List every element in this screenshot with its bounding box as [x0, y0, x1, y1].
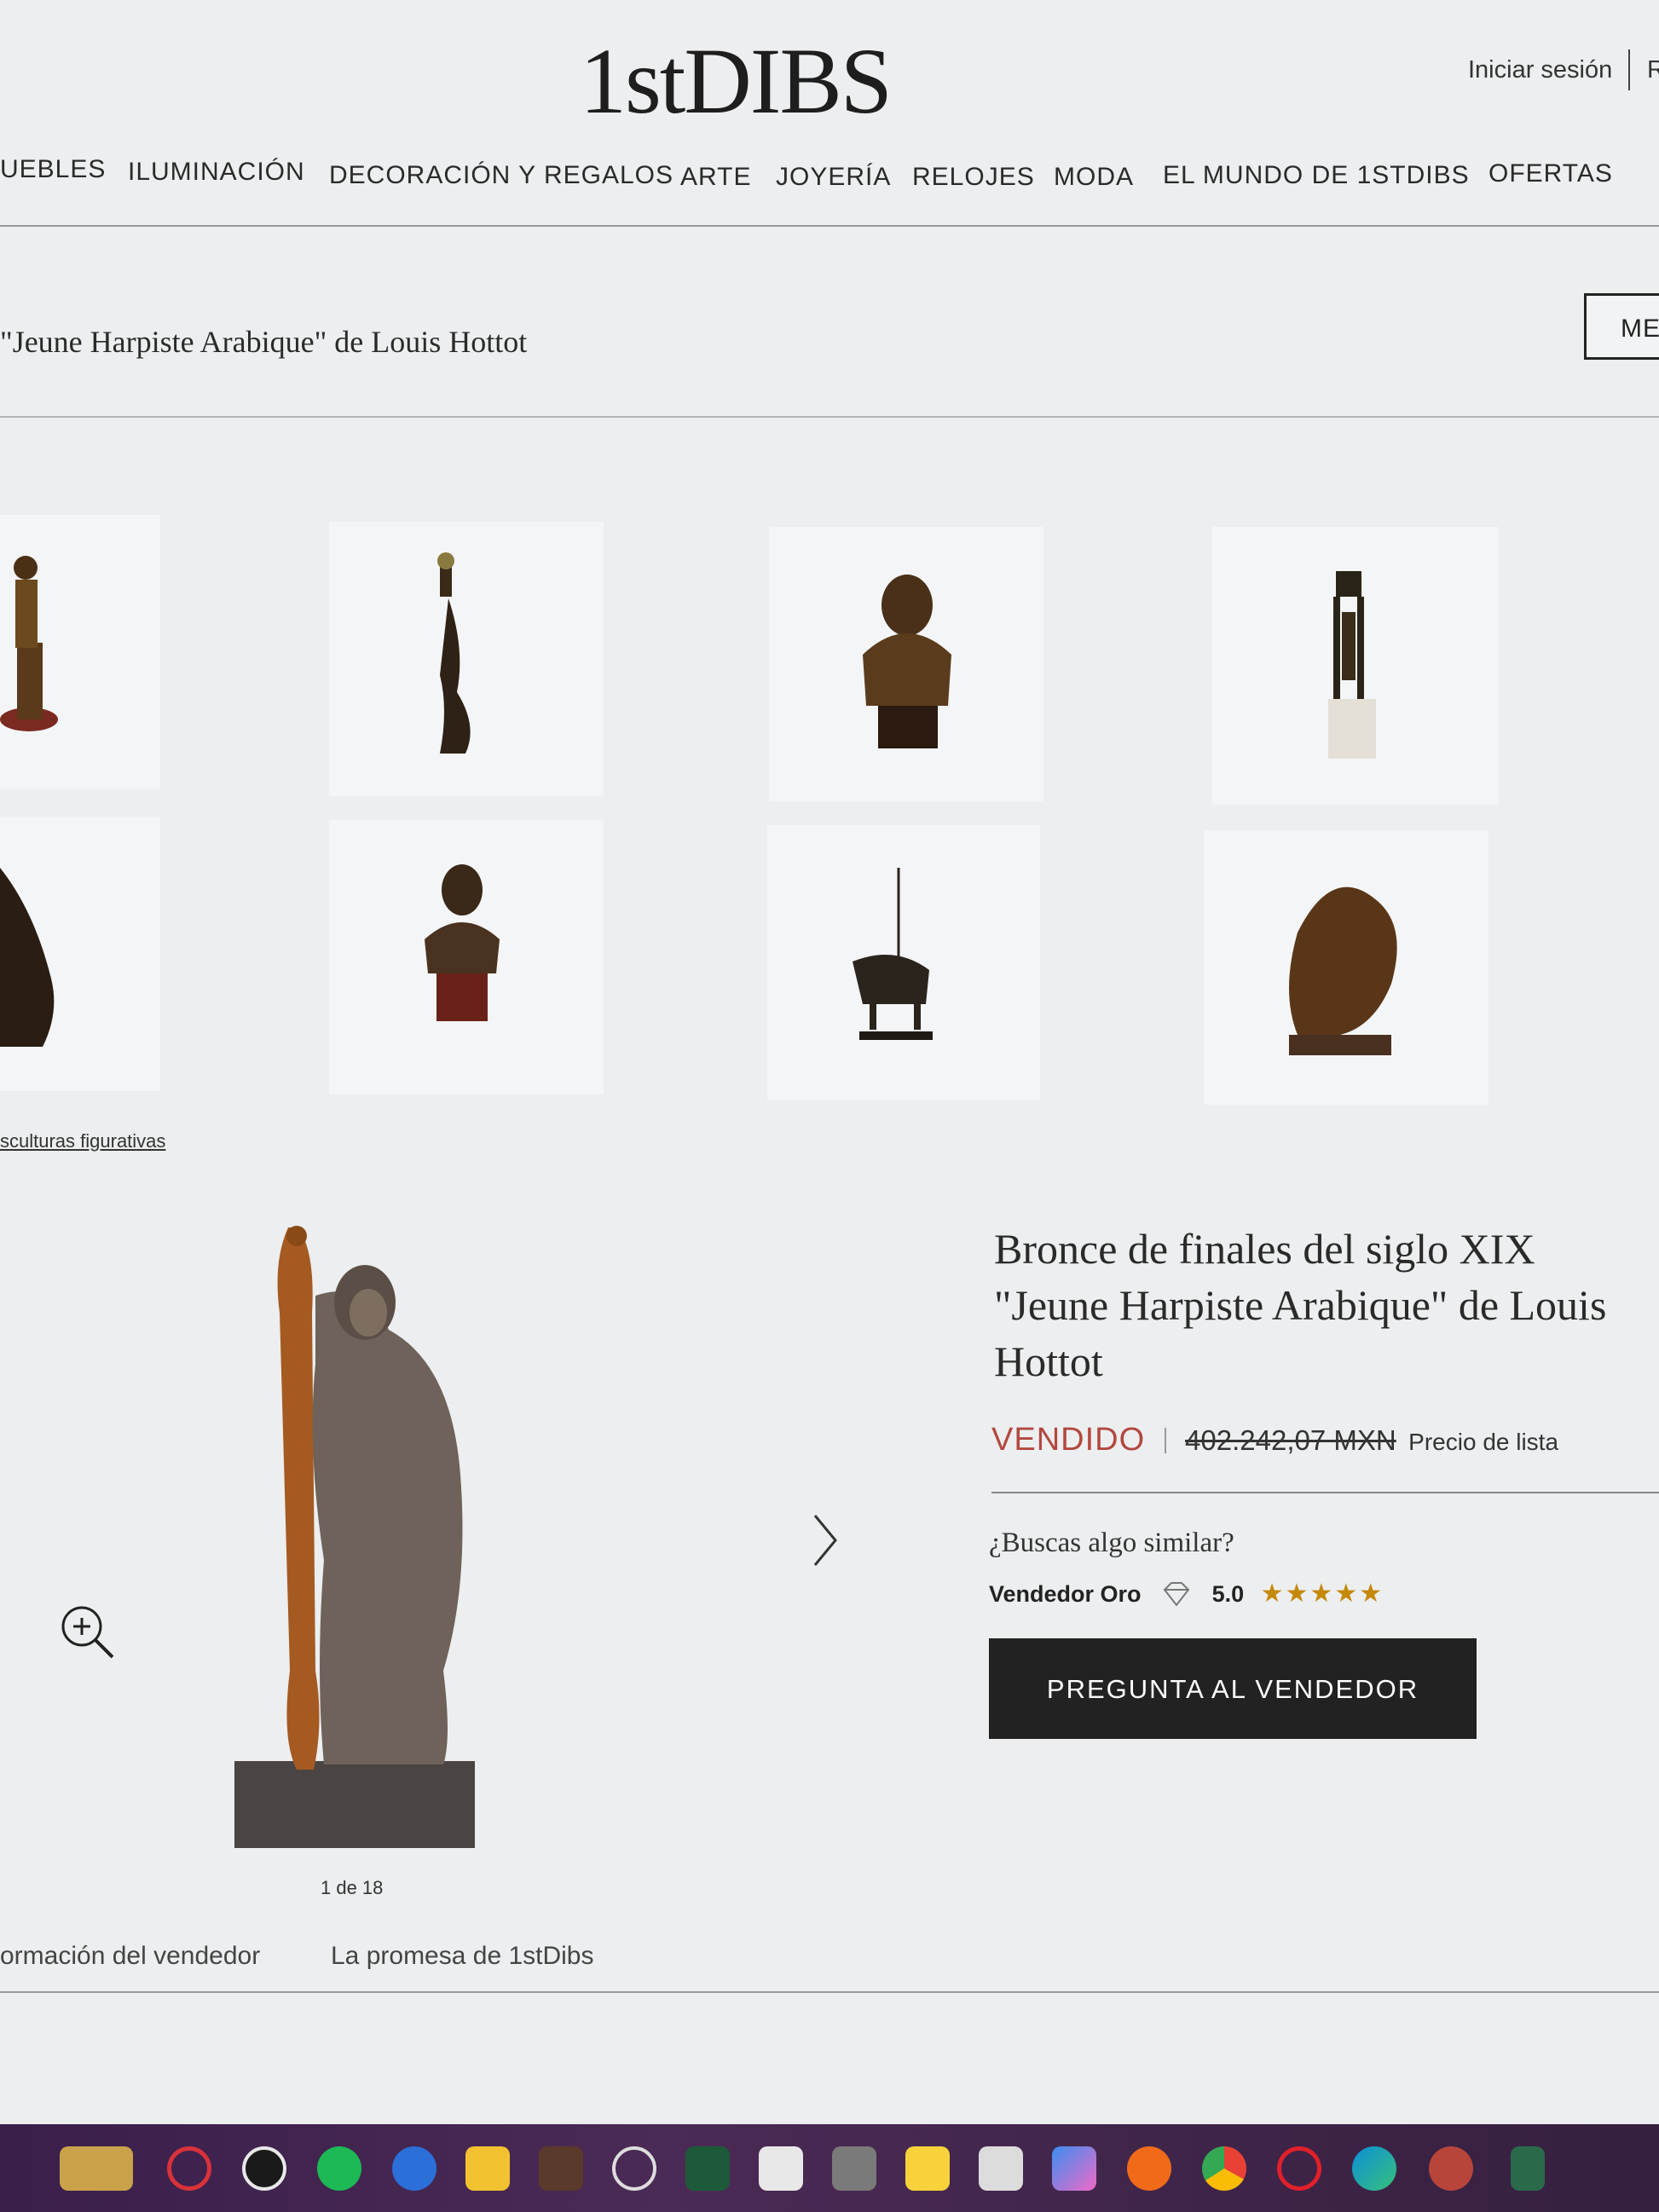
signin-link[interactable]: Iniciar sesión [1468, 56, 1612, 84]
spotify-icon[interactable] [317, 2146, 361, 2191]
header-divider [1628, 49, 1630, 90]
nav-divider [0, 225, 1659, 227]
nav-item-lighting[interactable]: ILUMINACIÓN [128, 158, 305, 187]
calculator-icon[interactable] [832, 2146, 876, 2191]
os-taskbar [0, 2124, 1659, 2212]
seller-rating: 5.0 [1211, 1581, 1245, 1607]
settings-icon[interactable] [1429, 2146, 1473, 2191]
seller-level: Vendedor Oro [989, 1581, 1142, 1607]
nav-item-watches[interactable]: RELOJES [912, 163, 1035, 192]
breadcrumb-divider [0, 416, 1659, 418]
price-divider [991, 1492, 1659, 1493]
diamond-icon [1163, 1582, 1190, 1607]
seller-info: Vendedor Oro 5.0 ★★★★★ [989, 1579, 1384, 1608]
sticky-notes-icon[interactable] [905, 2146, 950, 2191]
sculpture-thumbnail [425, 864, 500, 1021]
overflow-icon[interactable] [1511, 2146, 1545, 2191]
sculpture-thumbnail [437, 552, 471, 754]
nav-item-jewelry[interactable]: JOYERÍA [776, 163, 891, 192]
game-icon[interactable] [539, 2146, 583, 2191]
similar-prompt: ¿Buscas algo similar? [989, 1528, 1234, 1558]
chevron-right-icon[interactable] [810, 1510, 841, 1570]
related-item[interactable] [1212, 527, 1499, 805]
site-logo[interactable]: 1stDIBS [580, 34, 893, 128]
main-nav: UEBLES ILUMINACIÓN DECORACIÓN Y REGALOS … [0, 155, 1659, 198]
star-rating-icon: ★★★★★ [1260, 1580, 1384, 1608]
menu-button[interactable]: ME [1584, 293, 1659, 360]
price-separator [1164, 1428, 1166, 1453]
nav-item-offers[interactable]: OFERTAS [1488, 159, 1613, 188]
games-icon[interactable] [60, 2146, 133, 2191]
breadcrumb-title: "Jeune Harpiste Arabique" de Louis Hotto… [0, 325, 528, 359]
opera-icon[interactable] [167, 2146, 211, 2191]
sculpture-thumbnail [853, 868, 933, 1040]
related-item[interactable] [0, 817, 160, 1091]
firefox-icon[interactable] [1127, 2146, 1171, 2191]
related-item[interactable] [329, 820, 604, 1094]
category-link[interactable]: sculturas figurativas [0, 1130, 165, 1152]
register-link[interactable]: R [1647, 56, 1659, 84]
nav-item-world[interactable]: EL MUNDO DE 1STDIBS [1163, 161, 1470, 190]
nav-item-art[interactable]: ARTE [680, 163, 751, 192]
zoom-icon[interactable] [55, 1599, 118, 1662]
sculpture-thumbnail [863, 575, 951, 748]
copilot-icon[interactable] [1052, 2146, 1096, 2191]
price-row: VENDIDO 402.242,07 MXN Precio de lista [991, 1422, 1558, 1458]
sculpture-thumbnail [0, 868, 55, 1047]
product-main-image[interactable] [188, 1193, 580, 1867]
terminal-icon[interactable] [685, 2146, 730, 2191]
sculpture-thumbnail [1328, 571, 1376, 759]
file-explorer-icon[interactable] [465, 2146, 510, 2191]
opera-gx-icon[interactable] [1277, 2146, 1321, 2191]
tab-promise[interactable]: La promesa de 1stDibs [331, 1942, 594, 1971]
related-item[interactable] [329, 522, 604, 796]
sold-status: VENDIDO [991, 1422, 1146, 1458]
tabs-divider [0, 1991, 1659, 1993]
image-counter: 1 de 18 [321, 1877, 384, 1898]
related-item[interactable] [0, 515, 160, 789]
list-price: 402.242,07 MXN [1185, 1424, 1396, 1456]
sculpture-thumbnail [1289, 887, 1397, 1055]
whatsapp-icon[interactable] [242, 2146, 286, 2191]
sculpture-thumbnail [0, 556, 58, 731]
nav-item-furniture[interactable]: UEBLES [0, 155, 106, 184]
tab-seller-info[interactable]: ormación del vendedor [0, 1942, 260, 1971]
ask-seller-button[interactable]: PREGUNTA AL VENDEDOR [989, 1638, 1477, 1739]
product-title: Bronce de finales del siglo XIX "Jeune H… [994, 1225, 1607, 1385]
nav-item-fashion[interactable]: MODA [1054, 163, 1134, 192]
chrome-icon[interactable] [1202, 2146, 1246, 2191]
related-item[interactable] [769, 527, 1043, 801]
app-icon[interactable] [392, 2146, 436, 2191]
related-item[interactable] [767, 825, 1040, 1100]
snipping-tool-icon[interactable] [979, 2146, 1023, 2191]
edge-icon[interactable] [1352, 2146, 1396, 2191]
list-price-label: Precio de lista [1408, 1429, 1559, 1455]
nav-item-decor[interactable]: DECORACIÓN Y REGALOS [329, 161, 673, 190]
xbox-icon[interactable] [612, 2146, 656, 2191]
related-item[interactable] [1204, 830, 1488, 1105]
store-icon[interactable] [759, 2146, 803, 2191]
